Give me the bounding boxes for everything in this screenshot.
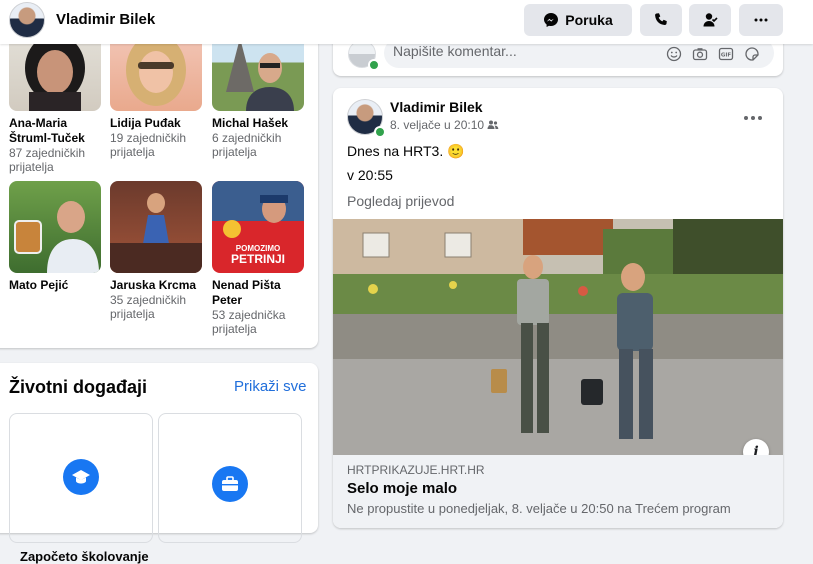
friend-name[interactable]: Michal Hašek xyxy=(212,116,304,131)
more-icon xyxy=(744,116,762,120)
see-translation-link[interactable]: Pogledaj prijevod xyxy=(347,193,454,209)
friend-tile[interactable]: Jaruska Krcma 35 zajedničkih prijatelja xyxy=(110,181,202,321)
briefcase-icon xyxy=(212,466,248,502)
friend-tile[interactable]: Mato Pejić xyxy=(9,181,101,293)
message-button-label: Poruka xyxy=(565,12,613,28)
friend-mutual: 87 zajedničkih prijatelja xyxy=(9,146,86,174)
friends-card: Ana-Maria Štruml-Tuček 87 zajedničkih pr… xyxy=(0,30,318,348)
see-all-link[interactable]: Prikaži sve xyxy=(234,378,307,395)
profile-avatar[interactable] xyxy=(9,2,45,38)
svg-text:GIF: GIF xyxy=(721,53,732,59)
friend-mutual: 53 zajednička prijatelja xyxy=(212,308,286,336)
post-author-name[interactable]: Vladimir Bilek xyxy=(390,99,483,115)
camera-icon[interactable] xyxy=(692,46,708,62)
friends-status-button[interactable] xyxy=(689,4,731,36)
friend-mutual: 35 zajedničkih prijatelja xyxy=(110,293,187,321)
friend-tile[interactable]: Michal Hašek 6 zajedničkih prijatelja xyxy=(212,30,304,159)
profile-header-bar: Vladimir Bilek Poruka xyxy=(0,0,813,44)
post-text: v 20:55 xyxy=(347,167,393,183)
profile-name[interactable]: Vladimir Bilek xyxy=(56,11,155,28)
more-icon xyxy=(754,18,768,22)
online-indicator xyxy=(374,126,386,138)
friend-icon xyxy=(703,13,718,27)
friend-tile[interactable]: POMOZIMO PETRINJI Nenad Pišta Peter 53 z… xyxy=(212,181,304,336)
link-title[interactable]: Selo moje malo xyxy=(347,480,457,497)
more-options-button[interactable] xyxy=(739,4,783,36)
friend-photo[interactable] xyxy=(9,181,101,273)
call-button[interactable] xyxy=(640,4,682,36)
friend-tile[interactable]: Ana-Maria Štruml-Tuček 87 zajedničkih pr… xyxy=(9,30,101,174)
friend-name[interactable]: Ana-Maria Štruml-Tuček xyxy=(9,116,101,146)
online-indicator xyxy=(368,59,380,71)
friend-photo[interactable]: POMOZIMO PETRINJI xyxy=(212,181,304,273)
scrollbar[interactable] xyxy=(808,44,813,513)
friend-tile[interactable]: Lidija Puđak 19 zajedničkih prijatelja xyxy=(110,30,202,159)
friend-name[interactable]: Nenad Pišta Peter xyxy=(212,278,304,308)
life-event-tile[interactable]: Započeto školovanje xyxy=(9,413,153,564)
life-events-card: Životni događaji Prikaži sve Započeto šk… xyxy=(0,363,318,564)
phone-icon xyxy=(655,13,667,26)
link-domain: HRTPRIKAZUJE.HRT.HR xyxy=(347,463,485,477)
friend-name[interactable]: Mato Pejić xyxy=(9,278,101,293)
gif-icon[interactable]: GIF xyxy=(718,46,734,62)
friend-name[interactable]: Jaruska Krcma xyxy=(110,278,202,293)
message-button[interactable]: Poruka xyxy=(524,4,632,36)
life-event-label: Započeto školovanje xyxy=(20,549,149,564)
link-description: Ne propustite u ponedjeljak, 8. veljače … xyxy=(347,501,731,516)
friend-name[interactable]: Lidija Puđak xyxy=(110,116,202,131)
petrinja-text-2: PETRINJI xyxy=(231,252,285,266)
link-preview-image[interactable] xyxy=(333,219,783,455)
post-card: Vladimir Bilek 8. veljače u 20:10 · Dnes… xyxy=(333,88,783,528)
emoji-icon[interactable] xyxy=(666,46,682,62)
messenger-icon xyxy=(544,13,559,27)
friend-mutual: 6 zajedničkih prijatelja xyxy=(212,131,282,159)
graduation-cap-icon xyxy=(63,459,99,495)
friend-photo[interactable] xyxy=(110,181,202,273)
life-event-tile[interactable] xyxy=(158,413,302,543)
post-text: Dnes na HRT3. 🙂 xyxy=(347,143,465,159)
link-preview[interactable]: HRTPRIKAZUJE.HRT.HR Selo moje malo Ne pr… xyxy=(333,455,783,528)
friend-mutual: 19 zajedničkih prijatelja xyxy=(110,131,187,159)
life-events-title: Životni događaji xyxy=(9,377,147,397)
friends-audience-icon[interactable] xyxy=(487,119,499,131)
post-timestamp[interactable]: 8. veljače u 20:10 · xyxy=(390,118,491,132)
comment-placeholder: Napišite komentar... xyxy=(393,43,517,59)
post-options-button[interactable] xyxy=(743,105,763,126)
sticker-icon[interactable] xyxy=(744,46,760,62)
